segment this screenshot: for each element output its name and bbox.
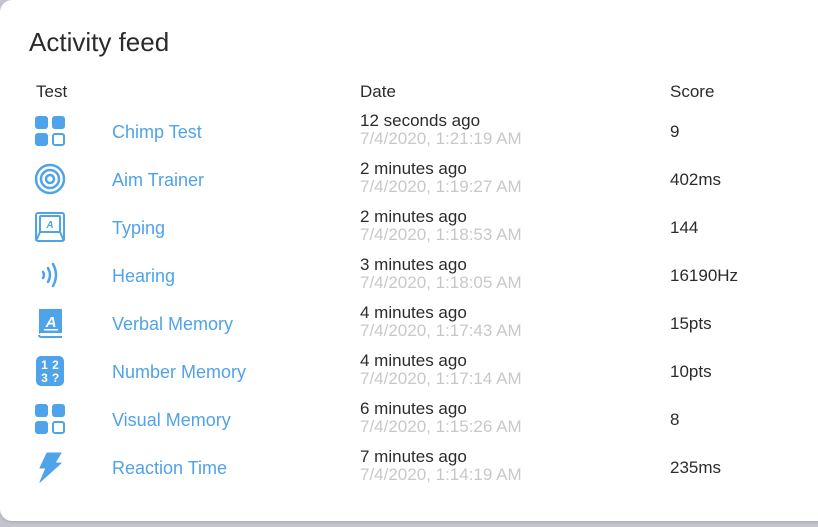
test-link[interactable]: Reaction Time <box>112 457 227 479</box>
target-icon <box>34 163 66 195</box>
svg-text:?: ? <box>52 371 59 385</box>
svg-text:2: 2 <box>52 358 59 372</box>
test-link[interactable]: Verbal Memory <box>112 313 233 335</box>
relative-time: 12 seconds ago <box>360 111 481 130</box>
relative-time: 4 minutes ago <box>360 303 467 322</box>
timestamp: 7/4/2020, 1:17:43 AM <box>360 321 522 340</box>
svg-text:A: A <box>45 314 57 331</box>
activity-feed-card: Activity feed Test Date Score Chimp Test… <box>0 0 818 521</box>
score-value: 15pts <box>670 314 712 333</box>
relative-time: 4 minutes ago <box>360 351 467 370</box>
sound-waves-icon <box>34 259 66 291</box>
svg-text:A: A <box>45 220 53 231</box>
score-value: 235ms <box>670 458 722 477</box>
card-title: Activity feed <box>29 27 170 57</box>
visual-grid-icon <box>34 403 66 435</box>
relative-time: 7 minutes ago <box>360 447 467 466</box>
chimp-grid-icon <box>34 115 66 147</box>
score-value: 8 <box>670 410 680 429</box>
timestamp: 7/4/2020, 1:17:14 AM <box>360 369 522 388</box>
table-row: 1 2 3 ? Number Memory 4 minutes ago 7/4/… <box>0 351 818 399</box>
timestamp: 7/4/2020, 1:14:19 AM <box>360 465 522 484</box>
lightning-icon <box>34 451 66 483</box>
table-row: A Typing 2 minutes ago 7/4/2020, 1:18:53… <box>0 207 818 255</box>
test-link[interactable]: Aim Trainer <box>112 169 204 191</box>
relative-time: 6 minutes ago <box>360 399 467 418</box>
table-row: Chimp Test 12 seconds ago 7/4/2020, 1:21… <box>0 111 818 159</box>
table-row: Visual Memory 6 minutes ago 7/4/2020, 1:… <box>0 399 818 447</box>
score-value: 144 <box>670 218 699 237</box>
svg-text:1: 1 <box>41 358 48 372</box>
test-link[interactable]: Hearing <box>112 265 175 287</box>
column-header-date: Date <box>360 82 396 101</box>
keyboard-key-icon: A <box>34 211 66 243</box>
relative-time: 3 minutes ago <box>360 255 467 274</box>
relative-time: 2 minutes ago <box>360 207 467 226</box>
test-link[interactable]: Typing <box>112 217 165 239</box>
svg-text:3: 3 <box>41 371 48 385</box>
test-link[interactable]: Visual Memory <box>112 409 231 431</box>
table-row: Hearing 3 minutes ago 7/4/2020, 1:18:05 … <box>0 255 818 303</box>
score-value: 16190Hz <box>670 266 739 285</box>
timestamp: 7/4/2020, 1:18:05 AM <box>360 273 522 292</box>
relative-time: 2 minutes ago <box>360 159 467 178</box>
numbers-icon: 1 2 3 ? <box>34 355 66 387</box>
score-value: 402ms <box>670 170 722 189</box>
score-value: 10pts <box>670 362 712 381</box>
timestamp: 7/4/2020, 1:18:53 AM <box>360 225 522 244</box>
book-icon: A <box>34 307 66 339</box>
table-row: A Verbal Memory 4 minutes ago 7/4/2020, … <box>0 303 818 351</box>
test-link[interactable]: Chimp Test <box>112 121 202 143</box>
table-row: Reaction Time 7 minutes ago 7/4/2020, 1:… <box>0 447 818 495</box>
table-row: Aim Trainer 2 minutes ago 7/4/2020, 1:19… <box>0 159 818 207</box>
column-header-test: Test <box>36 82 68 101</box>
column-header-score: Score <box>670 82 715 101</box>
timestamp: 7/4/2020, 1:19:27 AM <box>360 177 522 196</box>
timestamp: 7/4/2020, 1:21:19 AM <box>360 129 522 148</box>
score-value: 9 <box>670 122 680 141</box>
test-link[interactable]: Number Memory <box>112 361 246 383</box>
timestamp: 7/4/2020, 1:15:26 AM <box>360 417 522 436</box>
